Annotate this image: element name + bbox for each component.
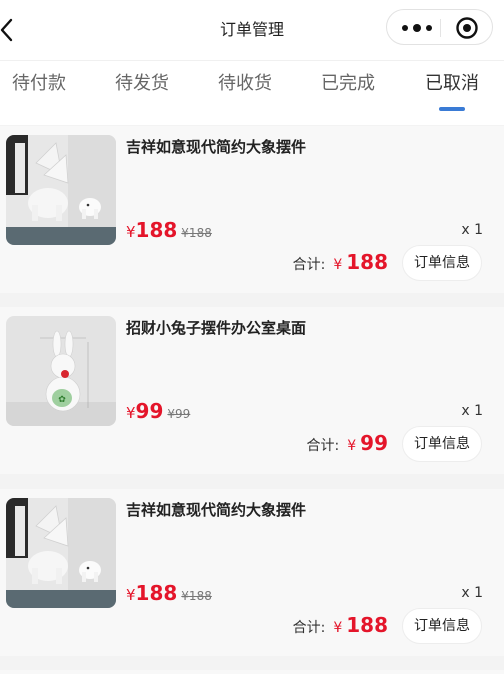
- product-image-elephant[interactable]: [6, 498, 116, 608]
- more-dots-icon: [402, 24, 432, 32]
- order-total: 合计: ¥ 188: [293, 250, 388, 274]
- original-price: ¥188: [181, 589, 212, 603]
- nav-bar: 订单管理: [0, 0, 504, 60]
- product-image-elephant[interactable]: [6, 135, 116, 245]
- total-label: 合计:: [306, 438, 340, 454]
- tab-label: 已完成: [321, 73, 375, 94]
- tab-cancelled[interactable]: 已取消: [413, 61, 491, 125]
- mini-program-close-icon: [456, 17, 478, 39]
- unit-price: ¥99 ¥99: [126, 399, 190, 423]
- unit-price: ¥188 ¥188: [126, 218, 212, 242]
- product-name: 吉祥如意现代简约大象摆件: [126, 501, 307, 519]
- tab-label: 待付款: [12, 73, 66, 94]
- chevron-left-icon: [0, 18, 13, 42]
- back-button[interactable]: [0, 14, 20, 46]
- original-price: ¥99: [167, 407, 191, 421]
- product-image-rabbit[interactable]: ✿: [6, 316, 116, 426]
- active-tab-indicator: [439, 107, 465, 111]
- tab-pending-payment[interactable]: 待付款: [0, 61, 78, 125]
- unit-price: ¥188 ¥188: [126, 581, 212, 605]
- tab-label: 待发货: [115, 73, 169, 94]
- capsule-divider: [440, 19, 441, 37]
- tab-pending-shipment[interactable]: 待发货: [103, 61, 181, 125]
- order-card: ✿ 招财小兔子摆件办公室桌面 ¥99 ¥99 x 1 合计: ¥ 99 订单信息: [0, 307, 504, 474]
- tab-completed[interactable]: 已完成: [309, 61, 387, 125]
- total-currency-symbol: ¥: [347, 438, 357, 454]
- order-status-tabs: 待付款 待发货 待收货 已完成 已取消: [0, 60, 504, 125]
- total-value: 99: [360, 431, 388, 455]
- total-currency-symbol: ¥: [333, 620, 343, 636]
- price-value: 99: [135, 399, 164, 423]
- order-info-button[interactable]: 订单信息: [402, 426, 482, 462]
- price-currency-symbol: ¥: [126, 586, 136, 604]
- price-currency-symbol: ¥: [126, 223, 136, 241]
- total-value: 188: [346, 613, 388, 637]
- price-value: 188: [135, 218, 178, 242]
- capsule-menu: [386, 9, 493, 45]
- original-price: ¥188: [181, 226, 212, 240]
- order-card: 吉祥如意现代简约大象摆件 ¥188 ¥188 x 1 合计: ¥ 188 订单信息: [0, 126, 504, 293]
- order-total: 合计: ¥ 188: [293, 613, 388, 637]
- tab-pending-receipt[interactable]: 待收货: [206, 61, 284, 125]
- next-order-card-edge: [0, 670, 504, 674]
- order-total: 合计: ¥ 99: [307, 431, 388, 455]
- order-info-button[interactable]: 订单信息: [402, 245, 482, 281]
- price-value: 188: [135, 581, 178, 605]
- quantity: x 1: [461, 222, 483, 238]
- product-name: 吉祥如意现代简约大象摆件: [126, 138, 307, 156]
- total-currency-symbol: ¥: [333, 257, 343, 273]
- product-name: 招财小兔子摆件办公室桌面: [126, 319, 307, 337]
- total-value: 188: [346, 250, 388, 274]
- order-card: 吉祥如意现代简约大象摆件 ¥188 ¥188 x 1 合计: ¥ 188 订单信息: [0, 489, 504, 656]
- svg-text:✿: ✿: [58, 395, 66, 405]
- price-currency-symbol: ¥: [126, 404, 136, 422]
- more-button[interactable]: [395, 10, 439, 46]
- close-mini-program-button[interactable]: [445, 10, 489, 46]
- tab-label: 已取消: [425, 73, 479, 94]
- total-label: 合计:: [292, 257, 326, 273]
- total-label: 合计:: [292, 620, 326, 636]
- quantity: x 1: [461, 403, 483, 419]
- tab-label: 待收货: [218, 73, 272, 94]
- quantity: x 1: [461, 585, 483, 601]
- order-info-button[interactable]: 订单信息: [402, 608, 482, 644]
